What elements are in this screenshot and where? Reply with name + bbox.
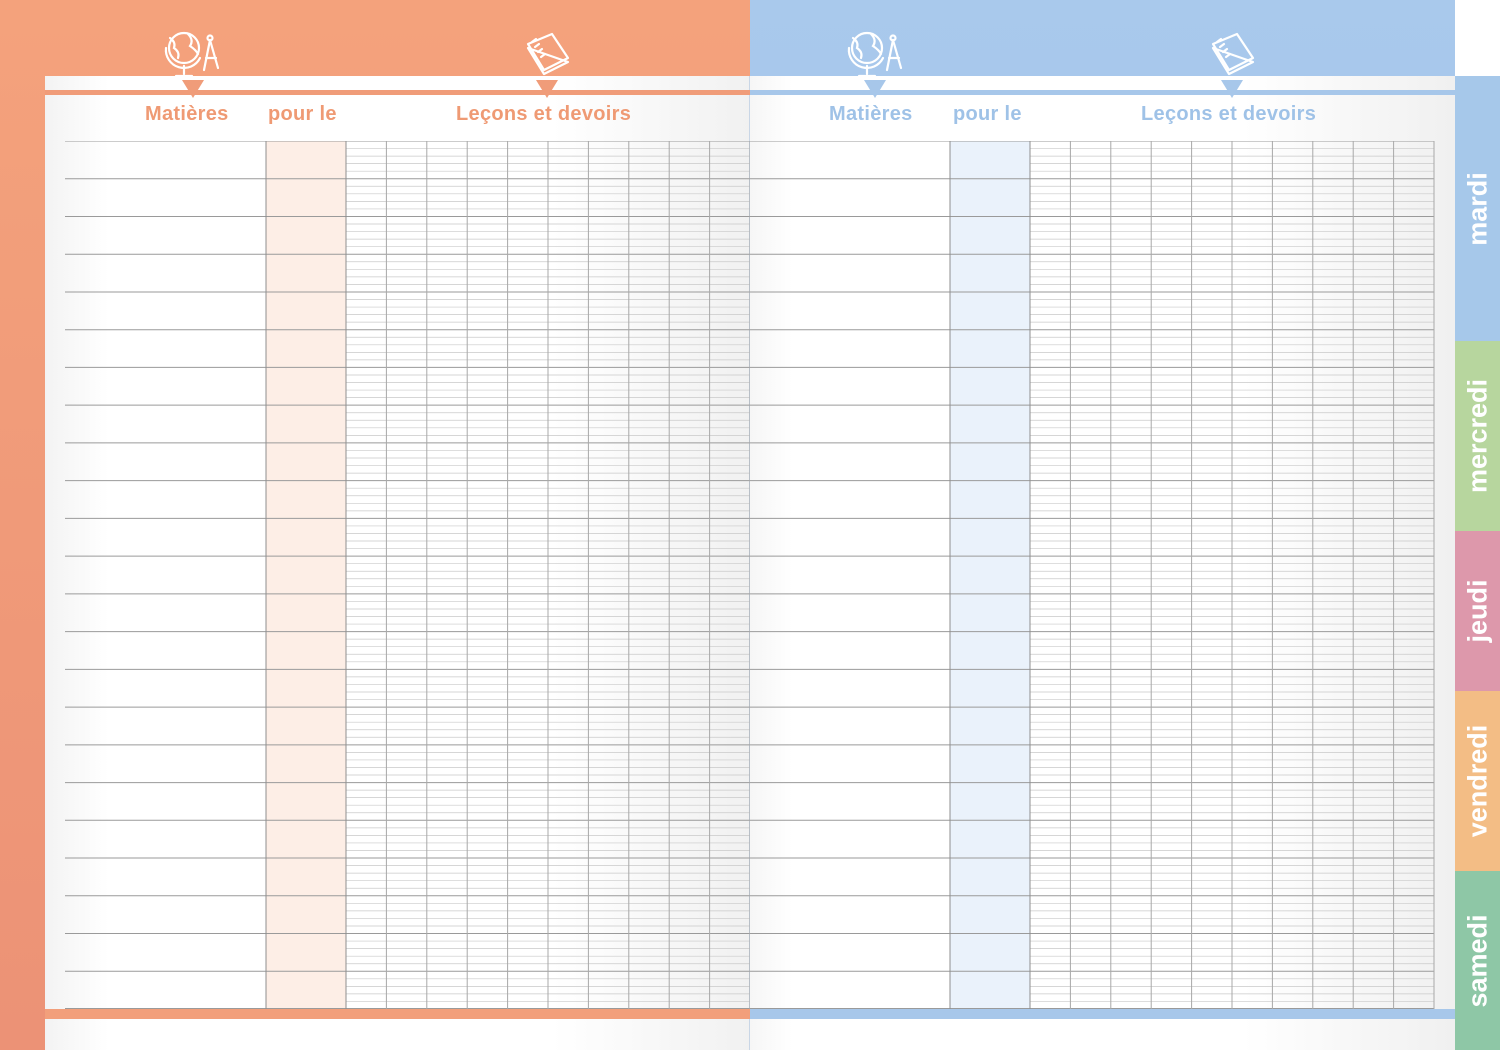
right-due-for-column-tint — [950, 141, 1030, 1009]
left-due-for-column-tint — [266, 141, 346, 1009]
tab-label: mardi — [1462, 171, 1492, 246]
left-lessons-pointer-icon — [536, 80, 558, 98]
tab-label: samedi — [1462, 913, 1492, 1008]
right-notebook-icon — [1211, 32, 1255, 76]
right-homework-grid[interactable] — [750, 141, 1436, 1009]
right-due-for-header: pour le — [953, 103, 1022, 125]
tab-samedi[interactable]: samedi — [1455, 871, 1500, 1050]
left-globe-compass-icon — [164, 31, 220, 78]
left-subjects-header: Matières — [145, 103, 229, 125]
left-notebook-icon — [526, 32, 570, 76]
left-due-for-header: pour le — [268, 103, 337, 125]
right-header-rule — [750, 90, 1455, 95]
right-footer-rule — [750, 1009, 1455, 1019]
left-homework-grid[interactable] — [65, 141, 750, 1009]
tab-mercredi[interactable]: mercredi — [1455, 341, 1500, 531]
tab-label: mercredi — [1462, 378, 1492, 494]
right-lessons-header: Leçons et devoirs — [1141, 103, 1317, 125]
left-lessons-header: Leçons et devoirs — [456, 103, 632, 125]
right-globe-compass-icon — [847, 31, 903, 78]
tab-mardi[interactable]: mardi — [1455, 76, 1500, 341]
tab-label: vendredi — [1462, 724, 1492, 838]
right-subjects-header: Matières — [829, 103, 913, 125]
left-header-rule — [45, 90, 750, 95]
tab-jeudi[interactable]: jeudi — [1455, 531, 1500, 691]
left-footer-rule — [45, 1009, 750, 1019]
tab-label: jeudi — [1462, 579, 1492, 643]
right-lessons-pointer-icon — [1221, 80, 1243, 98]
tab-vendredi[interactable]: vendredi — [1455, 691, 1500, 871]
